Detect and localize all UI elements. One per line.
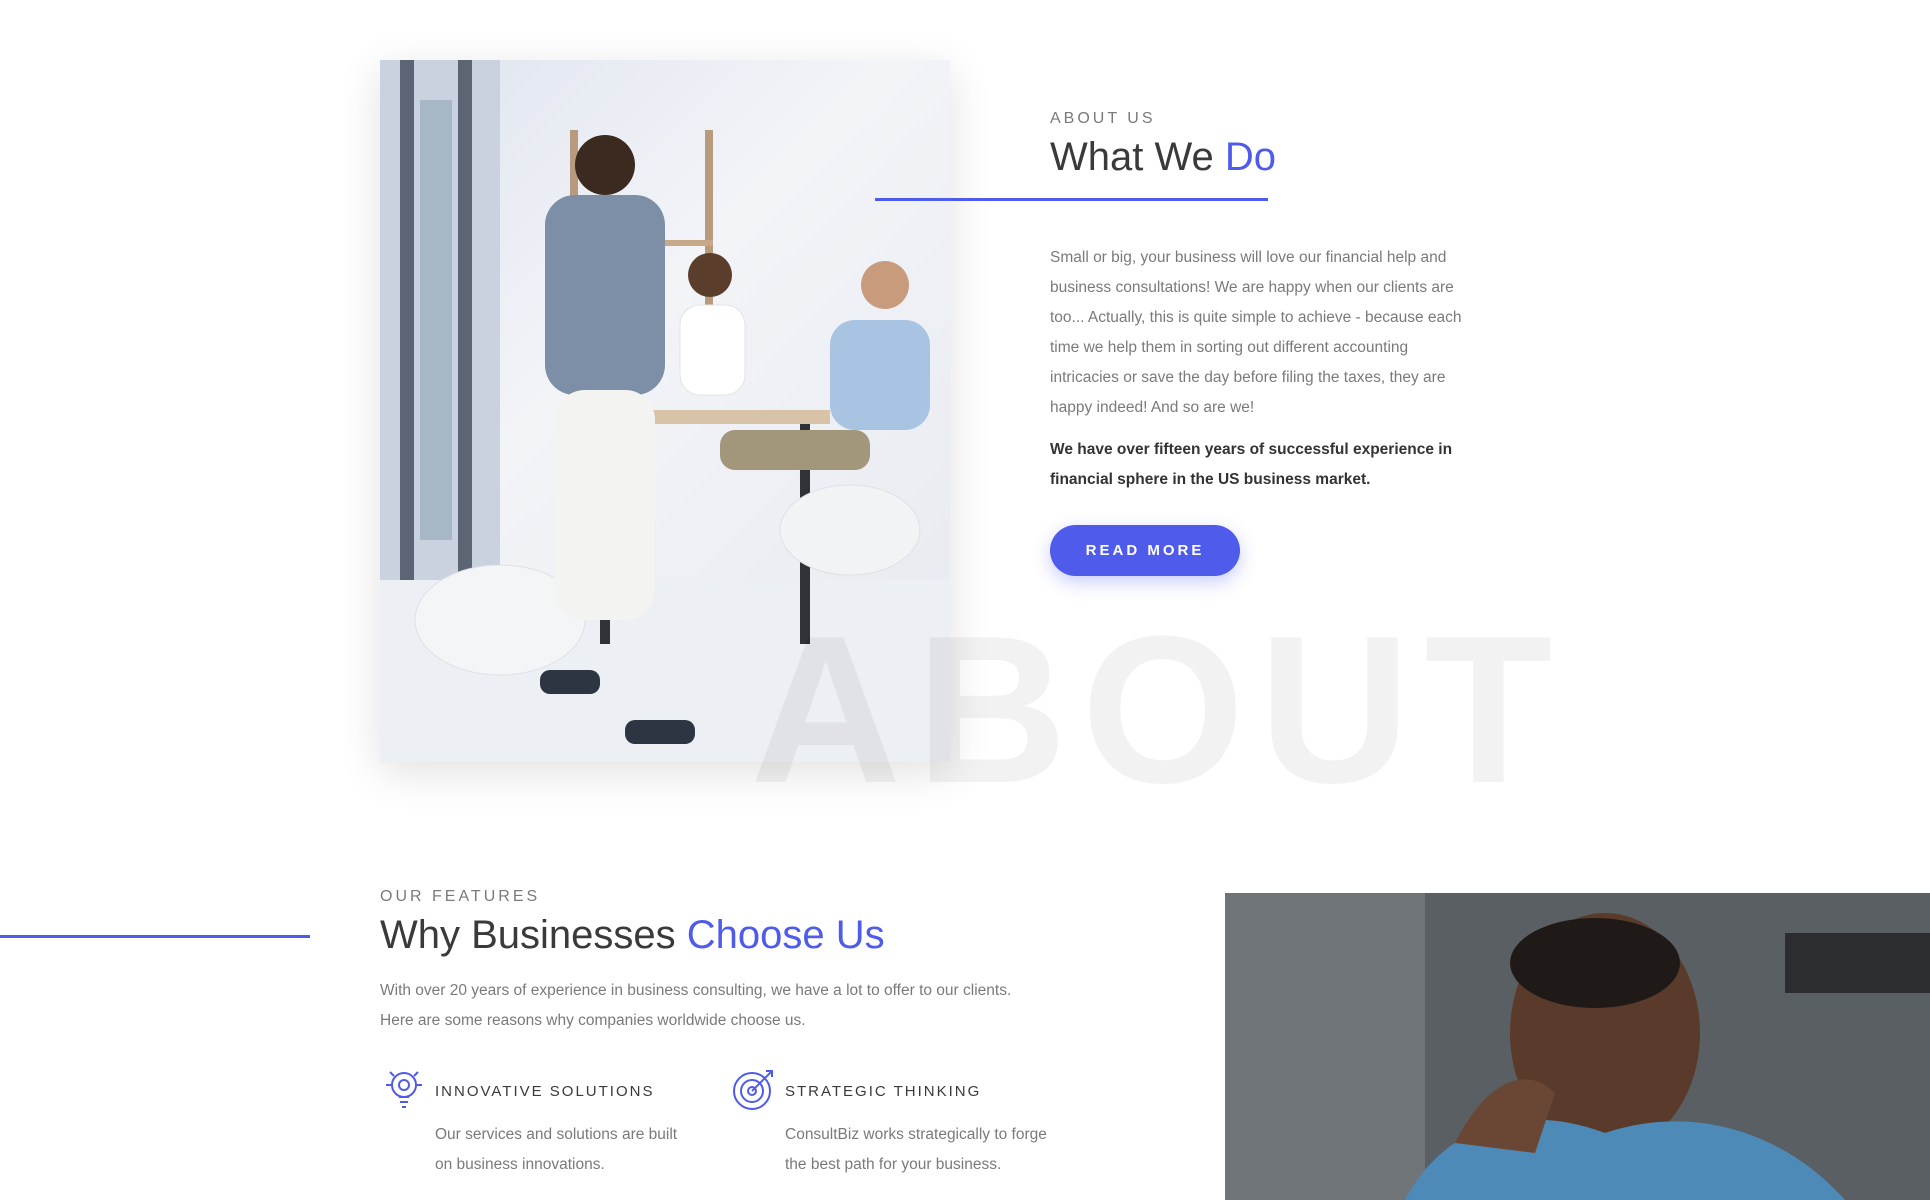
about-bold-paragraph: We have over fifteen years of successful…	[1050, 441, 1453, 488]
about-title: What We Do	[1050, 135, 1276, 180]
feature-innovative-title: INNOVATIVE SOLUTIONS	[435, 1083, 655, 1100]
features-paragraph: With over 20 years of experience in busi…	[380, 982, 1012, 1029]
features-title-accent: Choose Us	[686, 913, 885, 957]
about-paragraph: Small or big, your business will love ou…	[1050, 249, 1462, 416]
about-team-photo	[380, 60, 950, 762]
features-eyebrow: OUR FEATURES	[380, 888, 541, 905]
features-title-main: Why Businesses	[380, 913, 687, 957]
features-man-photo	[1225, 893, 1930, 1200]
features-side-rule	[0, 935, 310, 938]
target-arrow-icon	[730, 1065, 778, 1113]
about-eyebrow: ABOUT US	[1050, 110, 1156, 127]
lightbulb-gear-icon	[380, 1065, 428, 1113]
about-title-main: What We	[1050, 135, 1225, 179]
feature-strategic-text: ConsultBiz works strategically to forge …	[785, 1126, 1047, 1173]
features-title: Why Businesses Choose Us	[380, 913, 885, 958]
about-title-underline	[875, 198, 1268, 201]
feature-strategic-title: STRATEGIC THINKING	[785, 1083, 982, 1100]
read-more-button[interactable]: READ MORE	[1050, 525, 1240, 576]
feature-innovative-text: Our services and solutions are built on …	[435, 1126, 678, 1173]
about-title-accent: Do	[1224, 135, 1277, 179]
